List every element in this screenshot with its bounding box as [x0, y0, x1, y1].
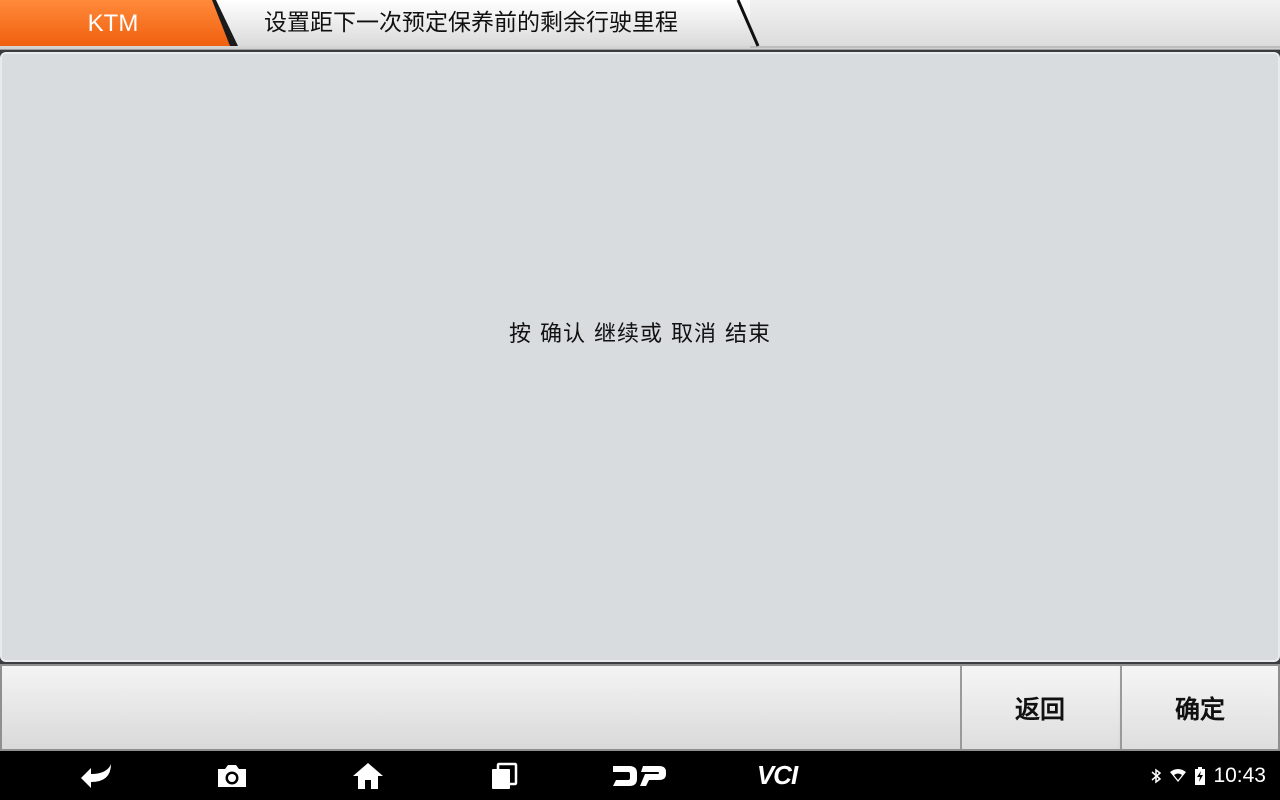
vci-icon[interactable]: VCI [742, 751, 812, 800]
vci-label: VCI [756, 760, 798, 790]
bluetooth-icon [1151, 768, 1162, 783]
header-strip [750, 0, 1280, 48]
content-panel: 按 确认 继续或 取消 结束 [0, 52, 1280, 662]
back-button[interactable]: 返回 [960, 666, 1118, 749]
status-area: 10:43 [1150, 751, 1266, 800]
confirm-button[interactable]: 确定 [1120, 666, 1278, 749]
action-bar: 返回 确定 [0, 664, 1280, 751]
home-icon[interactable] [346, 751, 390, 800]
battery-charging-icon [1195, 766, 1206, 785]
breadcrumb-bar: KTM 设置距下一次预定保养前的剩余行驶里程 [0, 0, 1280, 50]
system-navbar: VCI 10:43 [0, 751, 1280, 800]
wifi-icon [1170, 768, 1187, 782]
breadcrumb-brand-label[interactable]: KTM [0, 0, 226, 48]
back-icon[interactable] [72, 751, 122, 800]
dp-icon[interactable] [606, 751, 672, 800]
instruction-message: 按 确认 继续或 取消 结束 [509, 322, 771, 347]
camera-icon[interactable] [210, 751, 254, 800]
page-title: 设置距下一次预定保养前的剩余行驶里程 [264, 10, 678, 36]
recent-apps-icon[interactable] [482, 751, 526, 800]
app-window: KTM 设置距下一次预定保养前的剩余行驶里程 按 确认 继续或 取消 结束 返回… [0, 0, 1280, 800]
status-clock: 10:43 [1213, 763, 1266, 787]
